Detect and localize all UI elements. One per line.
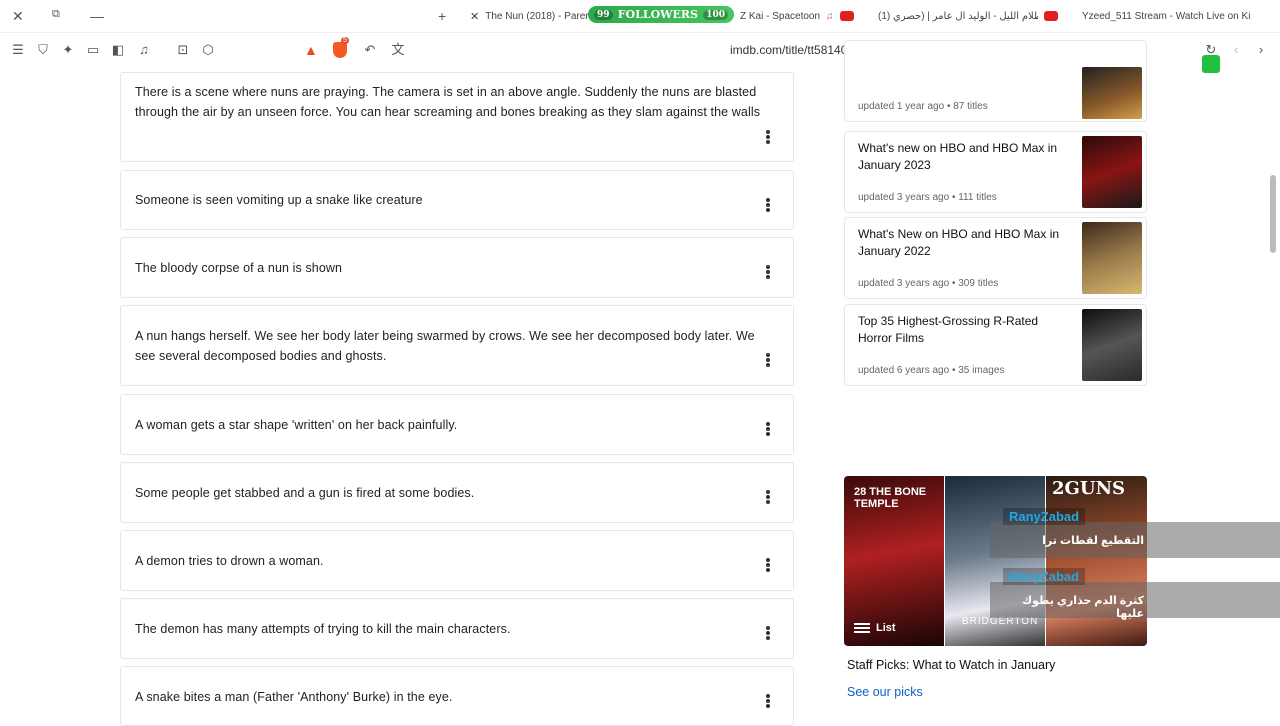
list-meta: updated 3 years ago • 111 titles	[858, 192, 997, 203]
menu-icon[interactable]: ☰	[10, 42, 26, 58]
list-poster	[1082, 136, 1142, 208]
scene-card: A nun hangs herself. We see her body lat…	[120, 305, 794, 386]
close-tab-icon[interactable]: ✕	[464, 10, 479, 23]
list-poster	[1082, 67, 1142, 119]
followers-label: FOLLOWERS	[617, 8, 698, 21]
chat-message: كثرة الدم حذاري يطوك عليها	[1022, 595, 1144, 620]
staff-picks-image[interactable]: 28 THE BONE TEMPLE BRIDGERTON 2GUNS List	[844, 476, 1147, 646]
more-options-icon[interactable]	[765, 129, 771, 145]
sidebar-icon[interactable]: ◧	[110, 42, 126, 58]
scrollbar[interactable]	[1270, 175, 1276, 253]
scene-text: The demon has many attempts of trying to…	[135, 622, 511, 636]
tab-kick-stream[interactable]: Yzeed_511 Stream - Watch Live on Ki	[1082, 4, 1280, 28]
scene-text: The bloody corpse of a nun is shown	[135, 261, 343, 275]
list-label-text: List	[876, 622, 896, 634]
scene-text: A nun hangs herself. We see her body lat…	[135, 329, 755, 363]
tab-spacetoon[interactable]: Z Kai - Spacetoon ♫	[740, 4, 860, 28]
scene-card: Someone is seen vomiting up a snake like…	[120, 170, 794, 230]
list-label: List	[854, 622, 896, 634]
music-icon[interactable]: ♫	[136, 42, 152, 58]
tab-label: Yzeed_511 Stream - Watch Live on Ki	[1082, 10, 1251, 22]
new-tab-icon[interactable]: +	[438, 8, 446, 24]
youtube-icon	[1044, 11, 1058, 21]
chat-message: التقطيع لقطات ترا	[1042, 535, 1144, 547]
more-options-icon[interactable]	[765, 625, 771, 641]
forward-icon[interactable]: ›	[1253, 42, 1269, 58]
chat-username: RanyZabad	[1003, 568, 1086, 585]
poster-text: 2GUNS	[1052, 478, 1126, 499]
share-icon[interactable]: ↶	[362, 42, 378, 58]
list-title[interactable]: What's new on HBO and HBO Max in January…	[858, 140, 1068, 174]
staff-picks-title[interactable]: Staff Picks: What to Watch in January	[847, 658, 1055, 672]
extension-icon[interactable]: ✦	[60, 42, 76, 58]
screenshot-icon[interactable]: ⊡	[175, 42, 191, 58]
more-options-icon[interactable]	[765, 264, 771, 280]
more-options-icon[interactable]	[765, 352, 771, 368]
scene-card: The demon has many attempts of trying to…	[120, 598, 794, 659]
tabs-icon[interactable]: ▭	[85, 42, 101, 58]
more-options-icon[interactable]	[765, 489, 771, 505]
tab-label: Z Kai - Spacetoon	[740, 10, 821, 22]
scene-card: There is a scene where nuns are praying.…	[120, 72, 794, 162]
poster-2guns	[1046, 476, 1147, 646]
scene-text: A woman gets a star shape 'written' on h…	[135, 418, 458, 432]
more-options-icon[interactable]	[765, 557, 771, 573]
poster-text: 28 THE BONE TEMPLE	[854, 486, 927, 510]
back-icon[interactable]: ‹	[1228, 42, 1244, 58]
list-icon	[854, 623, 870, 633]
followers-right-count: 100	[703, 9, 728, 20]
see-our-picks-link[interactable]: See our picks	[847, 685, 923, 699]
shield-count: 5	[341, 37, 349, 44]
brave-rewards-icon[interactable]: ▲	[304, 42, 318, 58]
music-icon: ♫	[826, 10, 834, 22]
tab-the-nun[interactable]: ✕ The Nun (2018) - Parer	[464, 4, 588, 28]
scene-card: Some people get stabbed and a gun is fir…	[120, 462, 794, 523]
translate-icon[interactable]: 文	[390, 42, 406, 58]
tab-label: The Nun (2018) - Parer	[485, 10, 588, 22]
list-card[interactable]: What's new on HBO and HBO Max in January…	[844, 131, 1147, 213]
scene-text: Someone is seen vomiting up a snake like…	[135, 193, 423, 207]
close-window-icon[interactable]: ✕	[12, 8, 24, 25]
followers-left-count: 99	[594, 9, 613, 20]
puzzle-icon[interactable]: ⬡	[200, 42, 216, 58]
tab-manager-icon[interactable]: ⧉	[52, 8, 60, 21]
list-meta: updated 1 year ago • 87 titles	[858, 101, 988, 112]
scene-card: A demon tries to drown a woman.	[120, 530, 794, 591]
list-poster	[1082, 222, 1142, 294]
youtube-icon	[839, 11, 854, 21]
list-meta: updated 6 years ago • 35 images	[858, 365, 1005, 376]
shield-outline-icon[interactable]: ⛉	[35, 42, 51, 58]
scene-card: A woman gets a star shape 'written' on h…	[120, 394, 794, 455]
scene-text: There is a scene where nuns are praying.…	[135, 85, 761, 119]
list-card[interactable]: updated 1 year ago • 87 titles	[844, 40, 1147, 122]
list-title[interactable]: What's New on HBO and HBO Max in January…	[858, 226, 1068, 260]
more-options-icon[interactable]	[765, 197, 771, 213]
list-card[interactable]: What's New on HBO and HBO Max in January…	[844, 217, 1147, 299]
scene-card: A snake bites a man (Father 'Anthony' Bu…	[120, 666, 794, 726]
scene-text: A snake bites a man (Father 'Anthony' Bu…	[135, 690, 453, 704]
tab-arabic-video[interactable]: (1) بأطلام الليل - الوليد ال عامر | (حصر…	[878, 4, 1064, 28]
scene-text: Some people get stabbed and a gun is fir…	[135, 486, 475, 500]
list-meta: updated 3 years ago • 309 titles	[858, 278, 999, 289]
scene-text: A demon tries to drown a woman.	[135, 554, 324, 568]
minimize-icon[interactable]: —	[90, 8, 104, 24]
followers-widget: 99 FOLLOWERS 100	[588, 6, 734, 23]
list-title[interactable]: Top 35 Highest-Grossing R-Rated Horror F…	[858, 313, 1068, 347]
tab-label: (1) بأطلام الليل - الوليد ال عامر | (حصر…	[878, 10, 1038, 22]
more-options-icon[interactable]	[765, 693, 771, 709]
brave-shield-icon[interactable]: 5	[333, 37, 349, 58]
tab-strip: ✕ ⧉ — + ✕ The Nun (2018) - Parer 99 FOLL…	[0, 0, 1280, 33]
scene-card: The bloody corpse of a nun is shown	[120, 237, 794, 298]
list-poster	[1082, 309, 1142, 381]
chat-username: RanyZabad	[1003, 508, 1086, 525]
kick-extension-icon[interactable]	[1202, 55, 1220, 73]
more-options-icon[interactable]	[765, 421, 771, 437]
list-card[interactable]: Top 35 Highest-Grossing R-Rated Horror F…	[844, 304, 1147, 386]
